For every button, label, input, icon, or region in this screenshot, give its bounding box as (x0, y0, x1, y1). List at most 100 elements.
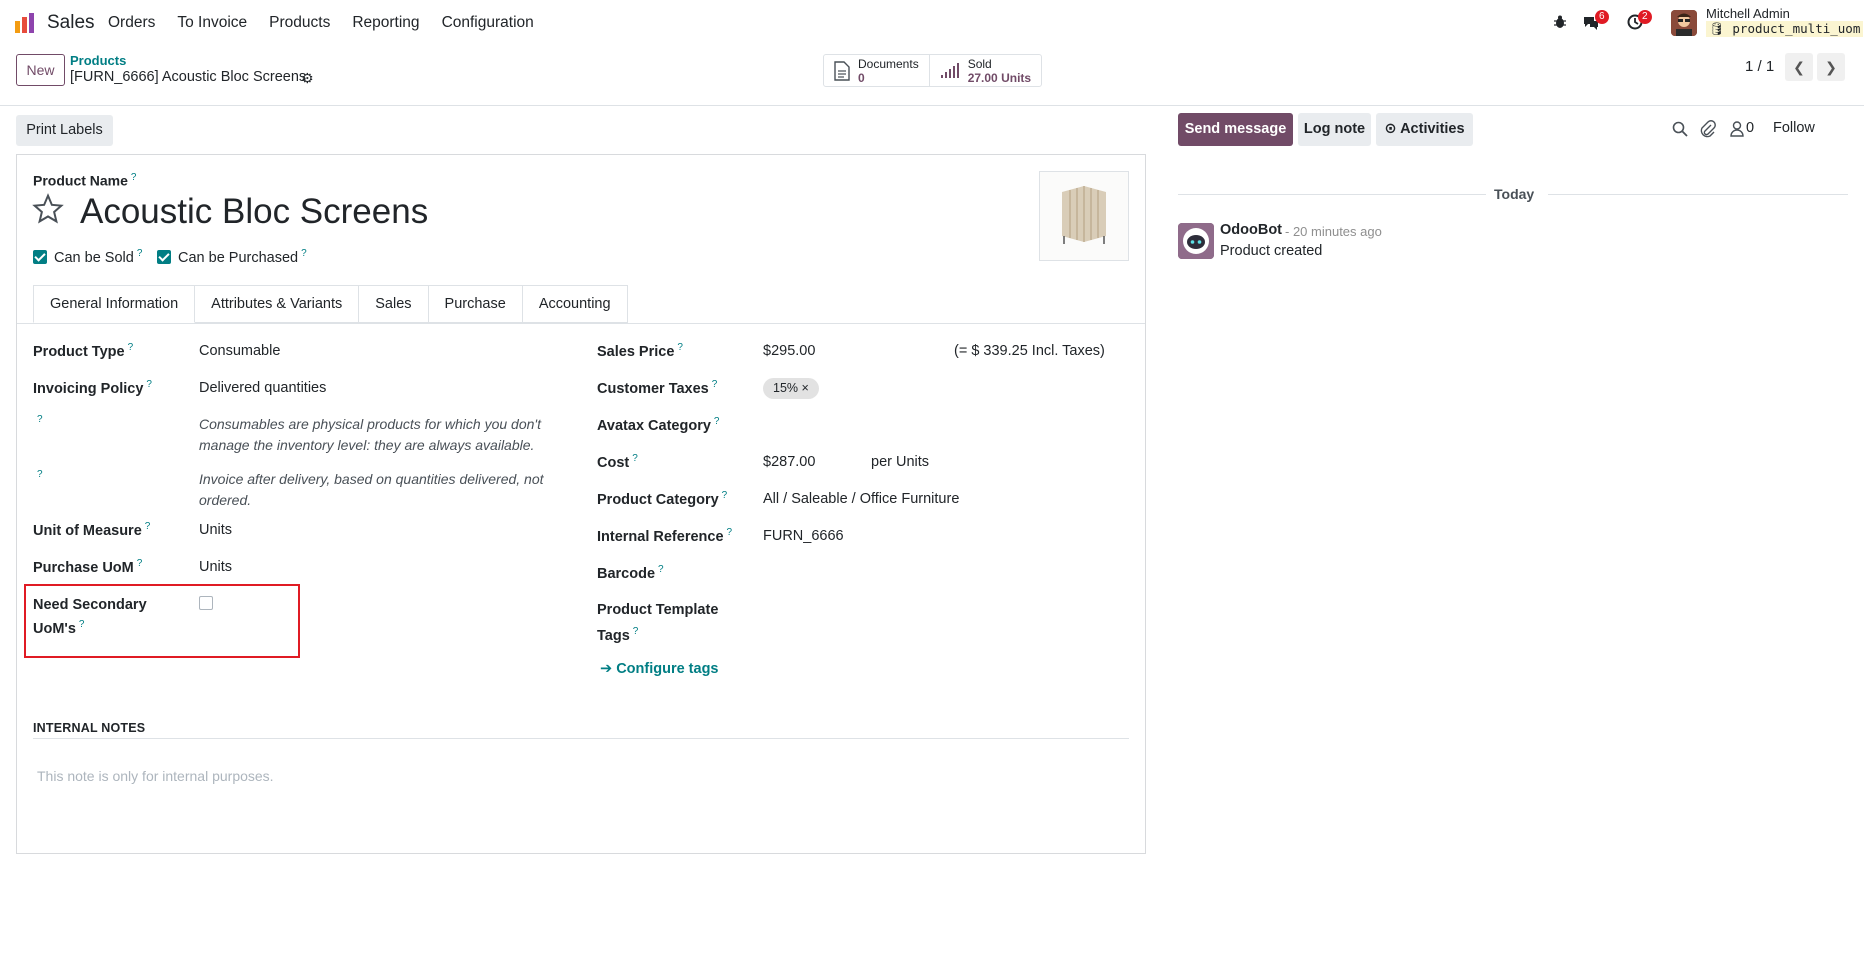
tab-attributes-variants[interactable]: Attributes & Variants (195, 285, 360, 323)
internal-reference-field[interactable]: FURN_6666 (763, 528, 844, 544)
message-author[interactable]: OdooBot (1220, 222, 1282, 238)
message-time: - 20 minutes ago (1285, 224, 1382, 239)
avatax-category-label: Avatax Category? (597, 416, 719, 434)
documents-smart-button[interactable]: Documents 0 (824, 55, 930, 86)
app-name[interactable]: Sales (47, 12, 95, 34)
product-name[interactable]: Acoustic Bloc Screens (80, 192, 428, 232)
help-icon[interactable]: ? (677, 342, 683, 353)
product-type-note: Consumables are physical products for wh… (199, 416, 541, 453)
documents-label: Documents (858, 56, 919, 71)
tab-accounting[interactable]: Accounting (522, 285, 628, 323)
arrow-right-icon: ➔ (600, 661, 613, 677)
tabs-divider (17, 323, 1145, 324)
search-icon[interactable] (1672, 121, 1688, 137)
help-icon[interactable]: ? (37, 469, 43, 480)
activities-button[interactable]: ⊙ Activities (1376, 113, 1473, 146)
cost-field[interactable]: $287.00 (763, 454, 815, 470)
paperclip-icon[interactable] (1700, 120, 1716, 138)
configure-tags-text: Configure tags (616, 661, 719, 677)
product-category-label: Product Category? (597, 490, 727, 508)
sales-price-field[interactable]: $295.00 (763, 343, 815, 359)
new-button[interactable]: New (16, 54, 65, 86)
barcode-label: Barcode? (597, 564, 664, 582)
help-icon[interactable]: ? (632, 453, 638, 464)
barcode-label-text: Barcode (597, 565, 656, 582)
pager-next-button[interactable]: ❯ (1817, 53, 1845, 81)
menu-orders[interactable]: Orders (108, 14, 155, 32)
product-screen-picture (1040, 172, 1128, 260)
help-icon[interactable]: ? (722, 490, 728, 501)
breadcrumb-products[interactable]: Products (70, 53, 126, 68)
activities-label: Activities (1400, 121, 1465, 137)
user-name[interactable]: Mitchell Admin (1706, 6, 1790, 21)
can-be-sold-checkbox[interactable] (33, 250, 47, 264)
help-icon[interactable]: ? (301, 248, 307, 259)
messages-badge: 6 (1595, 10, 1609, 24)
uom-field[interactable]: Units (199, 522, 232, 538)
star-icon[interactable] (32, 193, 64, 225)
internal-reference-label: Internal Reference? (597, 527, 732, 545)
product-tags-label-line2: Tags (597, 627, 630, 644)
invoicing-policy-field[interactable]: Delivered quantities (199, 380, 326, 396)
bug-icon[interactable] (1553, 15, 1567, 29)
menu-products[interactable]: Products (269, 14, 330, 32)
follower-icon[interactable] (1730, 121, 1744, 137)
tab-sales[interactable]: Sales (359, 285, 429, 323)
clock-icon: ⊙ (1384, 121, 1397, 137)
pager-previous-button[interactable]: ❮ (1785, 53, 1813, 81)
tab-purchase[interactable]: Purchase (428, 285, 523, 323)
print-labels-button[interactable]: Print Labels (16, 115, 113, 146)
help-icon[interactable]: ? (712, 379, 718, 390)
tab-general-information[interactable]: General Information (33, 285, 196, 323)
signal-bars-icon (940, 62, 959, 78)
product-category-label-text: Product Category (597, 491, 719, 508)
menu-reporting[interactable]: Reporting (352, 14, 419, 32)
odoobot-avatar[interactable] (1178, 223, 1214, 259)
form-tabs: General Information Attributes & Variant… (33, 285, 628, 323)
menu-configuration[interactable]: Configuration (442, 14, 534, 32)
tax-tag[interactable]: 15% × (763, 378, 819, 399)
user-avatar[interactable] (1671, 10, 1697, 36)
menu-to-invoice[interactable]: To Invoice (177, 14, 247, 32)
help-icon[interactable]: ? (145, 521, 151, 532)
product-tags-label-line1: Product Template (597, 602, 719, 618)
tax-tag-remove-icon[interactable]: × (802, 381, 809, 395)
help-icon[interactable]: ? (727, 527, 733, 538)
date-separator: Today (1494, 186, 1535, 202)
product-category-field[interactable]: All / Saleable / Office Furniture (763, 491, 959, 507)
odoobot-face-icon (1178, 223, 1214, 259)
send-message-button[interactable]: Send message (1178, 113, 1293, 146)
invoicing-policy-note: Invoice after delivery, based on quantit… (199, 471, 544, 508)
help-icon[interactable]: ? (137, 558, 143, 569)
date-divider-left (1178, 194, 1486, 195)
product-image[interactable] (1039, 171, 1129, 261)
sales-app-icon[interactable] (14, 12, 36, 34)
documents-count: 0 (858, 70, 865, 85)
followers-count[interactable]: 0 (1746, 120, 1754, 136)
help-icon[interactable]: ? (137, 248, 143, 259)
database-label: product_multi_uom (1732, 21, 1861, 36)
cost-unit: per Units (871, 454, 930, 470)
help-icon[interactable]: ? (131, 172, 137, 183)
gear-icon[interactable]: ⚙ (301, 70, 314, 87)
help-icon[interactable]: ? (37, 414, 43, 425)
log-note-button[interactable]: Log note (1298, 113, 1371, 146)
product-type-field[interactable]: Consumable (199, 343, 280, 359)
can-be-sold-text: Can be Sold (54, 249, 134, 266)
avatax-category-label-text: Avatax Category (597, 417, 711, 434)
configure-tags-link[interactable]: ➔ Configure tags (600, 661, 719, 677)
help-icon[interactable]: ? (633, 626, 639, 637)
help-icon[interactable]: ? (658, 564, 664, 575)
help-icon[interactable]: ? (146, 379, 152, 390)
can-be-purchased-text: Can be Purchased (178, 249, 299, 266)
can-be-purchased-checkbox[interactable] (157, 250, 171, 264)
follow-button[interactable]: Follow (1773, 120, 1815, 136)
sold-label: Sold (967, 56, 992, 71)
pager-value[interactable]: 1 / 1 (1745, 58, 1774, 75)
sold-smart-button[interactable]: Sold 27.00 Units (930, 55, 1041, 86)
purchase-uom-field[interactable]: Units (199, 559, 232, 575)
control-panel: New Products [FURN_6666] Acoustic Bloc S… (0, 46, 1864, 106)
help-icon[interactable]: ? (714, 416, 720, 427)
internal-notes-input[interactable]: This note is only for internal purposes. (37, 768, 274, 784)
help-icon[interactable]: ? (128, 342, 134, 353)
